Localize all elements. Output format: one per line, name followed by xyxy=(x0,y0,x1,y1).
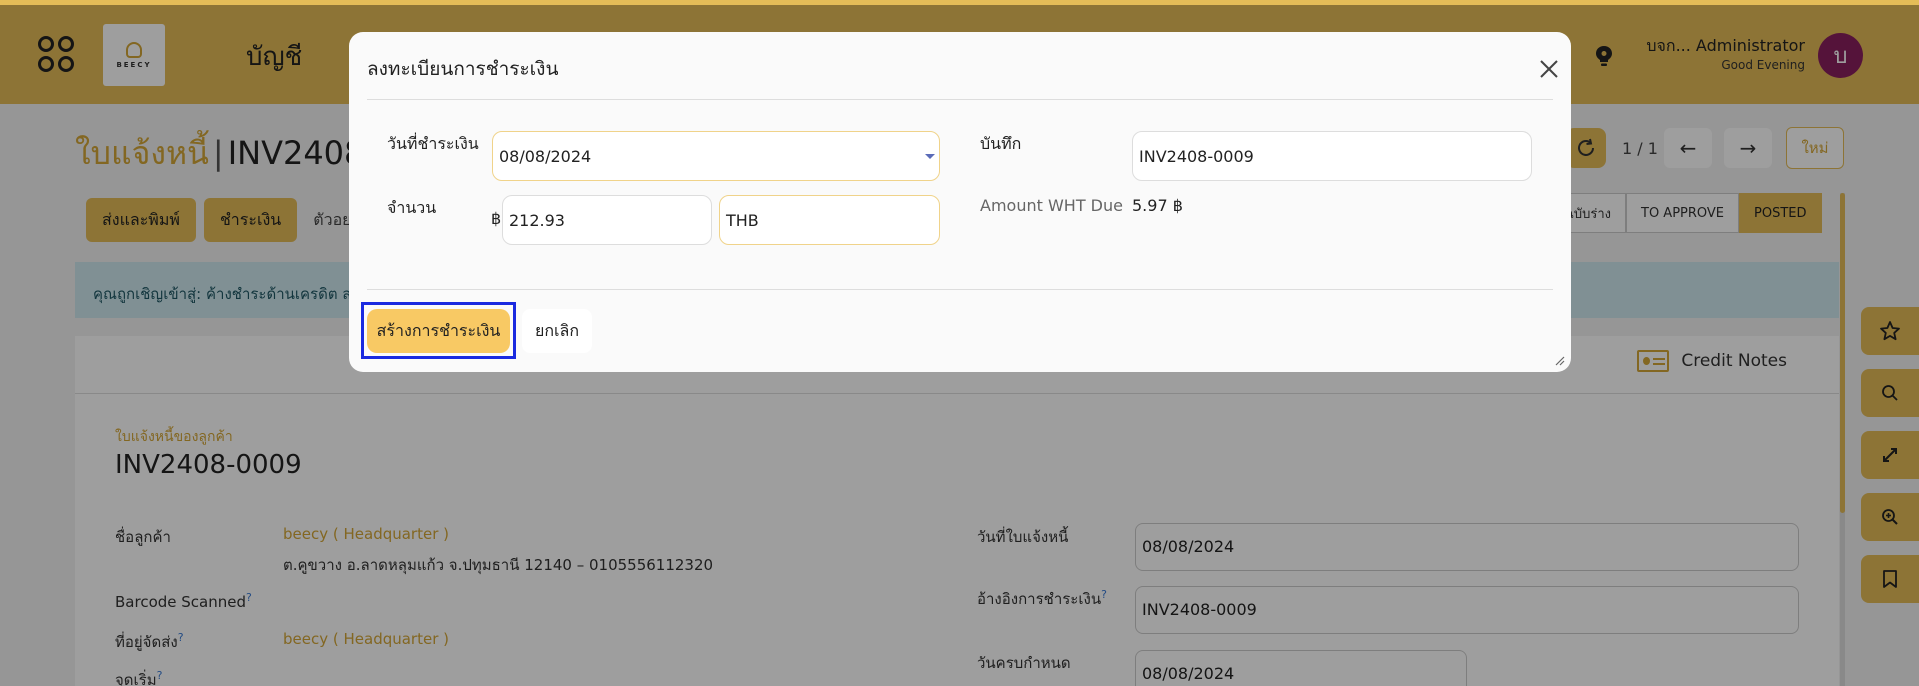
register-payment-dialog: ลงทะเบียนการชำระเงิน วันที่ชำระเงิน 08/0… xyxy=(349,32,1571,372)
payment-date-label: วันที่ชำระเงิน xyxy=(387,134,479,153)
dialog-header-divider xyxy=(367,99,1553,100)
close-icon[interactable] xyxy=(1536,56,1562,82)
amount-input[interactable]: 212.93 xyxy=(502,195,712,245)
dialog-footer-divider xyxy=(367,289,1553,290)
dialog-title: ลงทะเบียนการชำระเงิน xyxy=(367,58,559,80)
payment-date-value: 08/08/2024 xyxy=(499,147,592,166)
payment-date-input[interactable]: 08/08/2024 xyxy=(492,131,940,181)
amount-label: จำนวน xyxy=(387,198,437,217)
wht-due-label: Amount WHT Due xyxy=(980,196,1123,215)
create-payment-button[interactable]: สร้างการชำระเงิน xyxy=(367,309,510,353)
cancel-button[interactable]: ยกเลิก xyxy=(522,309,592,353)
currency-symbol: ฿ xyxy=(491,209,502,228)
memo-label: บันทึก xyxy=(980,134,1022,153)
memo-input[interactable]: INV2408-0009 xyxy=(1132,131,1532,181)
wht-due-value: 5.97 ฿ xyxy=(1132,196,1183,215)
caret-down-icon[interactable] xyxy=(925,154,935,159)
currency-select[interactable]: THB xyxy=(719,195,940,245)
resize-icon[interactable] xyxy=(1555,356,1565,366)
